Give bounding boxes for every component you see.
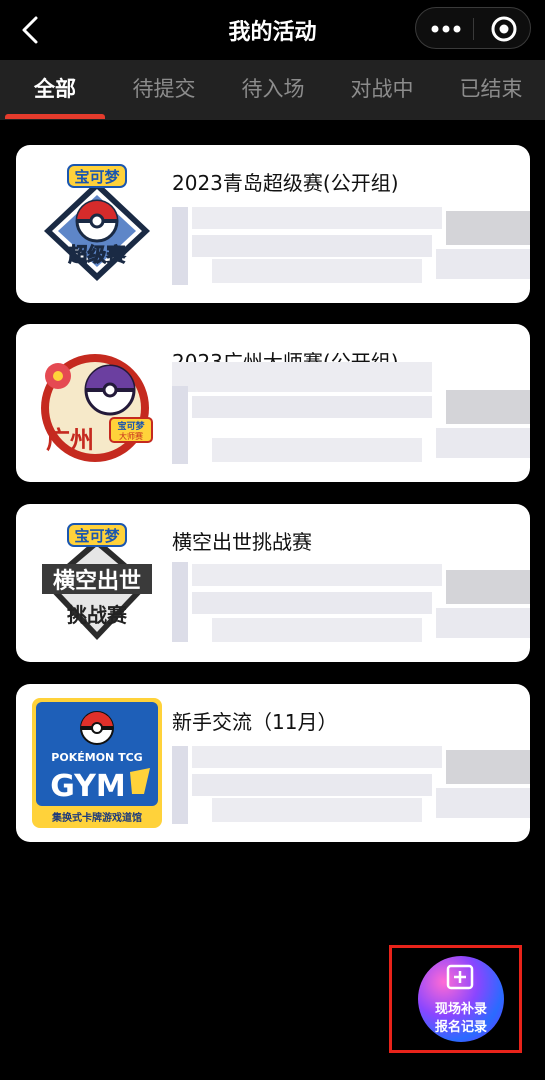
redacted-info: [192, 774, 432, 796]
filter-tabs: 全部 待提交 待入场 对战中 已结束: [0, 60, 545, 120]
event-card[interactable]: 宝可梦 超级赛 2023青岛超级赛(公开组): [16, 145, 530, 303]
tab-in-battle[interactable]: 对战中: [332, 60, 432, 120]
redacted-info: [172, 207, 188, 285]
redacted-info: [446, 211, 530, 245]
logo-text: 超级赛: [67, 243, 126, 266]
event-card[interactable]: 宝可梦 大师赛 广州 2023广州大师赛(公开组): [16, 324, 530, 482]
redacted-info: [446, 750, 530, 784]
redacted-info: [436, 428, 530, 458]
redacted-info: [446, 390, 530, 424]
event-name: 横空出世挑战赛: [172, 530, 312, 554]
redacted-info: [172, 746, 188, 824]
redacted-info: [192, 746, 442, 768]
challenge-cup-logo: 宝可梦 横空出世 挑战赛: [42, 523, 152, 640]
redacted-info: [436, 788, 530, 818]
redacted-info: [446, 570, 530, 604]
redacted-info: [192, 207, 442, 229]
tab-ended[interactable]: 已结束: [441, 60, 541, 120]
event-name: 新手交流（11月）: [172, 710, 338, 734]
redacted-info: [212, 259, 422, 283]
capsule-divider: [473, 18, 474, 40]
fab-label-line1: 现场补录: [434, 1002, 487, 1017]
active-tab-indicator: [5, 114, 105, 119]
logo-text: 横空出世: [53, 568, 141, 594]
redacted-info: [192, 235, 432, 257]
redacted-info: [212, 798, 422, 822]
nav-bar: 我的活动: [0, 0, 545, 60]
redacted-info: [172, 562, 188, 642]
event-card[interactable]: POKÉMON TCG GYM 集换式卡牌游戏道馆 新手交流（11月）: [16, 684, 530, 842]
redacted-info: [192, 592, 432, 614]
redacted-info: [436, 608, 530, 638]
logo-text: 集换式卡牌游戏道馆: [51, 811, 142, 824]
tab-all[interactable]: 全部: [5, 60, 105, 120]
logo-text: 宝可梦: [74, 168, 120, 186]
redacted-info: [172, 386, 188, 464]
more-dots-icon[interactable]: [426, 16, 466, 42]
target-circle-icon[interactable]: [488, 13, 520, 45]
event-card[interactable]: 宝可梦 横空出世 挑战赛 横空出世挑战赛: [16, 504, 530, 662]
redacted-info: [172, 362, 432, 392]
super-cup-logo: 宝可梦 超级赛: [44, 164, 150, 281]
logo-text: 广州: [46, 426, 94, 454]
redacted-info: [192, 396, 432, 418]
logo-text: GYM: [50, 769, 126, 804]
event-name: 2023青岛超级赛(公开组): [172, 171, 399, 195]
mini-program-capsule: [415, 7, 531, 49]
logo-text: 宝可梦: [117, 420, 145, 432]
redacted-info: [192, 564, 442, 586]
fab-label-line2: 报名记录: [434, 1020, 487, 1035]
tab-pending-submit[interactable]: 待提交: [114, 60, 214, 120]
logo-text: 挑战赛: [67, 603, 128, 627]
add-box-icon: [446, 964, 474, 990]
onsite-registration-records-button[interactable]: 现场补录 报名记录: [418, 956, 504, 1042]
logo-text: POKÉMON TCG: [51, 751, 142, 764]
pokemon-tcg-gym-logo: POKÉMON TCG GYM 集换式卡牌游戏道馆: [32, 698, 162, 828]
redacted-info: [212, 618, 422, 642]
tab-pending-entry[interactable]: 待入场: [223, 60, 323, 120]
logo-text: 宝可梦: [74, 527, 120, 545]
logo-text: 大师赛: [119, 431, 143, 441]
redacted-info: [212, 438, 422, 462]
guangzhou-masters-logo: 宝可梦 大师赛 广州: [41, 354, 153, 462]
redacted-info: [436, 249, 530, 279]
